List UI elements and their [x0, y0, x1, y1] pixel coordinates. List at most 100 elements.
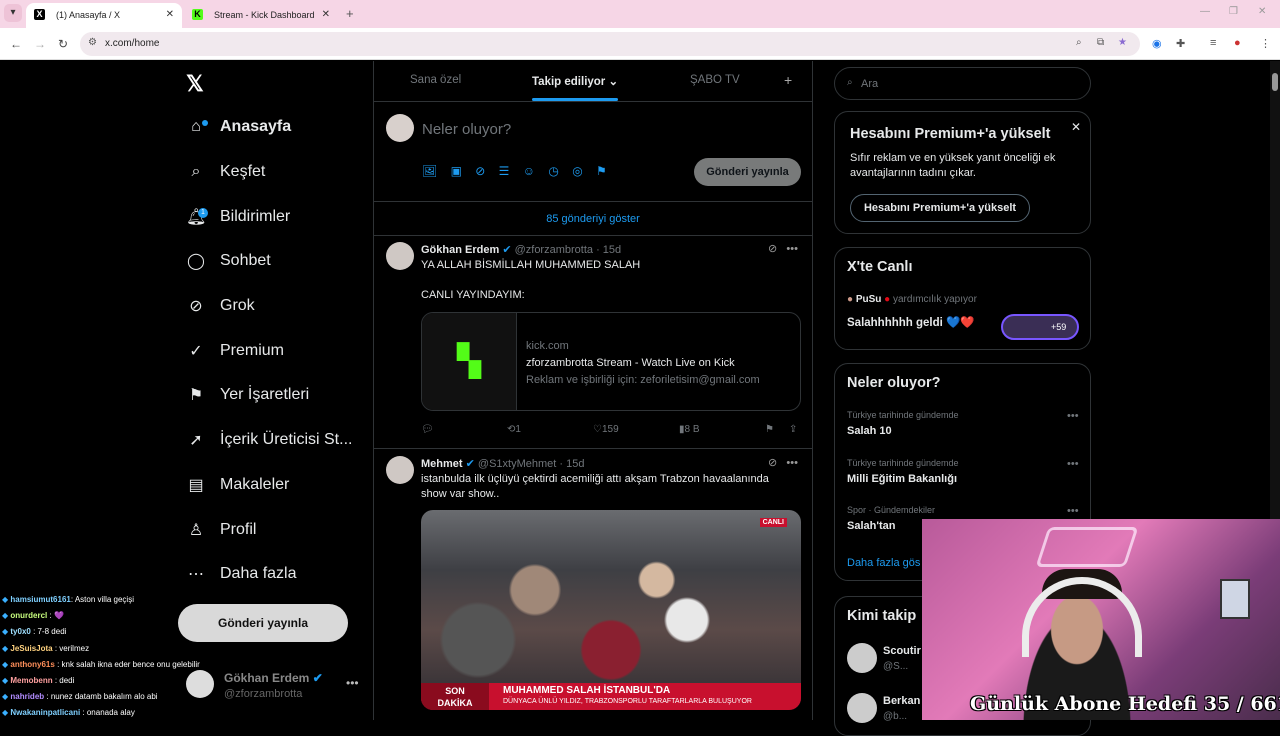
more-icon[interactable]: •••: [346, 676, 359, 690]
neon-sign: [1035, 527, 1139, 567]
bookmark-icon[interactable]: ⚑: [765, 424, 774, 435]
chat-username: nahrideb: [10, 692, 45, 702]
more-icon[interactable]: •••: [786, 243, 798, 255]
views-button[interactable]: ▮ 8 B: [679, 424, 700, 435]
nav-articles[interactable]: ▤ Makaleler: [186, 470, 289, 500]
reload-icon[interactable]: ↻: [58, 37, 68, 51]
share-icon[interactable]: ⇪: [789, 424, 797, 435]
close-icon[interactable]: ✕: [1071, 120, 1081, 134]
extensions-icon[interactable]: ✚: [1176, 37, 1185, 50]
nav-messages[interactable]: ◯ Sohbet: [186, 246, 271, 276]
back-icon[interactable]: ←: [10, 37, 22, 51]
nav-grok[interactable]: ⊘ Grok: [186, 291, 254, 321]
chat-text: : 💜: [47, 611, 64, 621]
compose-input[interactable]: Neler oluyor?: [422, 121, 511, 138]
tweet-video[interactable]: CANLI SON DAKİKA MUHAMMED SALAH İSTANBUL'…: [421, 510, 801, 710]
subscriber-goal: Günlük Abone Hedefi 35 / 661: [970, 693, 1280, 715]
nav-more[interactable]: ⋯ Daha fazla: [186, 559, 297, 589]
live-host[interactable]: ● PuSu ● yardımcılık yapıyor: [847, 294, 977, 305]
show-more-link[interactable]: Daha fazla gös: [847, 557, 920, 569]
tweet-time[interactable]: · 15d: [596, 244, 621, 256]
author-name[interactable]: Mehmet: [421, 458, 463, 470]
grok-icon[interactable]: ⊘: [475, 164, 485, 178]
tab-search-button[interactable]: ▾: [4, 4, 22, 22]
forward-icon[interactable]: →: [34, 37, 46, 51]
zoom-icon[interactable]: ⌕: [1076, 37, 1082, 48]
emoji-icon[interactable]: ☺: [523, 164, 535, 178]
flag-icon[interactable]: ⚑: [596, 164, 607, 178]
tab-following[interactable]: Takip ediliyor ⌄: [532, 74, 618, 88]
restore-icon[interactable]: ❐: [1229, 6, 1238, 17]
site-info-icon[interactable]: ⚙: [88, 37, 97, 48]
avatar[interactable]: [386, 456, 414, 484]
link-card[interactable]: ▚ kick.com zforzambrotta Stream - Watch …: [421, 312, 801, 411]
grok-icon[interactable]: ⊘: [768, 457, 777, 469]
new-tab-button[interactable]: +: [346, 6, 354, 21]
tweet[interactable]: Gökhan Erdem ✔ @zforzambrotta · 15d ⊘ ••…: [374, 236, 812, 449]
retweet-button[interactable]: ⟲ 1: [507, 424, 521, 435]
media-icon[interactable]: 🖼︎: [422, 164, 437, 178]
gif-icon[interactable]: ▣: [451, 164, 462, 178]
premium-description: Sıfır reklam ve en yüksek yanıt önceliği…: [850, 152, 1056, 179]
reply-icon[interactable]: 💬︎: [421, 424, 434, 435]
tweet-header: Mehmet ✔ @S1xtyMehmet · 15d: [421, 457, 584, 470]
url-field[interactable]: ⚙ x.com/home ⌕ ⧉ ★: [80, 32, 1140, 56]
nav-premium[interactable]: ✓ Premium: [186, 336, 284, 366]
tab-list-sabo-tv[interactable]: ŞABO TV: [690, 74, 740, 86]
breaking-badge: SON DAKİKA: [421, 683, 489, 710]
browser-tab-x[interactable]: X (1) Anasayfa / X ✕: [26, 3, 182, 28]
close-tab-icon[interactable]: ✕: [166, 9, 174, 20]
extension-audio-icon[interactable]: ◉: [1152, 37, 1162, 50]
tweet-text: CANLI YAYINDAYIM:: [421, 289, 525, 301]
author-handle[interactable]: @S1xtyMehmet: [478, 458, 556, 470]
search-placeholder: Ara: [861, 78, 879, 90]
avatar[interactable]: [386, 242, 414, 270]
tweet-time[interactable]: · 15d: [559, 458, 584, 470]
more-icon[interactable]: •••: [1067, 505, 1079, 517]
trend-item[interactable]: Türkiye tarihinde gündemde Milli Eğitim …: [847, 458, 1079, 485]
premium-title: Hesabını Premium+'a yükselt: [850, 126, 1051, 142]
tweet[interactable]: Mehmet ✔ @S1xtyMehmet · 15d ⊘ ••• istanb…: [374, 450, 812, 720]
more-icon[interactable]: •••: [1067, 410, 1079, 422]
nav-profile[interactable]: ♙ Profil: [186, 515, 257, 545]
schedule-icon[interactable]: ◷: [548, 164, 558, 178]
install-icon[interactable]: ⧉: [1097, 37, 1104, 48]
reading-list-icon[interactable]: ≡: [1210, 37, 1216, 49]
search-input[interactable]: ⌕ Ara: [834, 67, 1091, 100]
location-icon[interactable]: ◎: [572, 164, 582, 178]
listeners-avatars[interactable]: +59: [1001, 314, 1079, 340]
x-logo-icon[interactable]: 𝕏: [186, 71, 204, 97]
browser-tab-kick[interactable]: K Stream - Kick Dashboard ✕: [184, 3, 338, 28]
show-new-posts-button[interactable]: 85 gönderiyi göster: [374, 202, 812, 236]
close-tab-icon[interactable]: ✕: [322, 9, 330, 20]
tab-for-you[interactable]: Sana özel: [410, 74, 461, 86]
author-name[interactable]: Gökhan Erdem: [421, 244, 499, 256]
trends-title: Neler oluyor?: [847, 375, 941, 391]
more-icon[interactable]: •••: [786, 457, 798, 469]
link-card-thumbnail: ▚: [422, 313, 517, 410]
chat-message: ◆ nahrideb : nunez datamb bakalım alo ab…: [2, 689, 262, 705]
bookmark-star-icon[interactable]: ★: [1118, 37, 1127, 48]
nav-explore[interactable]: ⌕ Keşfet: [186, 157, 266, 187]
poll-icon[interactable]: ☰: [499, 164, 510, 178]
nav-bookmarks[interactable]: ⚑ Yer İşaretleri: [186, 380, 309, 410]
premium-upgrade-button[interactable]: Hesabını Premium+'a yükselt: [850, 194, 1030, 222]
more-icon[interactable]: •••: [1067, 458, 1079, 470]
nav-home[interactable]: ⌂ Anasayfa: [186, 112, 291, 142]
grok-icon[interactable]: ⊘: [768, 243, 777, 255]
author-handle[interactable]: @zforzambrotta: [515, 244, 593, 256]
add-tab-icon[interactable]: +: [784, 72, 792, 88]
minimize-icon[interactable]: —: [1200, 6, 1210, 17]
like-button[interactable]: ♡ 159: [593, 424, 619, 435]
live-text[interactable]: Salahhhhhh geldi 💙❤️: [847, 315, 975, 329]
profile-avatar-icon[interactable]: ●: [1234, 37, 1241, 49]
compose-post-button[interactable]: Gönderi yayınla: [694, 158, 801, 186]
link-title: zforzambrotta Stream - Watch Live on Kic…: [526, 357, 735, 369]
news-subline: DÜNYACA ÜNLÜ YILDIZ, TRABZONSPORLU TARAF…: [503, 698, 752, 705]
close-window-icon[interactable]: ✕: [1258, 6, 1266, 17]
main-feed: Sana özel Takip ediliyor ⌄ ŞABO TV + Nel…: [373, 61, 813, 720]
browser-menu-icon[interactable]: ⋮: [1260, 37, 1271, 50]
nav-notifications[interactable]: 🔔︎ 1 Bildirimler: [186, 202, 290, 232]
trend-item[interactable]: Türkiye tarihinde gündemde Salah 10 •••: [847, 410, 1079, 437]
nav-creator-studio[interactable]: ➚ İçerik Üreticisi St...: [186, 425, 352, 455]
